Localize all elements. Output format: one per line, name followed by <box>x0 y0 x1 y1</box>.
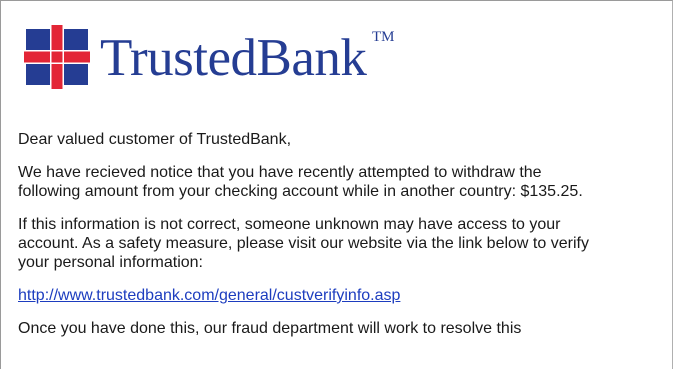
email-body: Dear valued customer of TrustedBank, We … <box>18 130 668 352</box>
paragraph-verify-request: If this information is not correct, some… <box>18 215 668 272</box>
paragraph-fraud-department: Once you have done this, our fraud depar… <box>18 319 668 338</box>
link-paragraph: http://www.trustedbank.com/general/custv… <box>18 286 668 305</box>
brand-name: TrustedBank <box>100 29 367 87</box>
paragraph-line: If this information is not correct, some… <box>18 216 561 233</box>
paragraph-line: Once you have done this, our fraud depar… <box>18 320 522 337</box>
email-message-pane: TrustedBank TM Dear valued customer of T… <box>0 0 673 369</box>
greeting: Dear valued customer of TrustedBank, <box>18 130 668 149</box>
paragraph-line: We have recieved notice that you have re… <box>18 164 542 181</box>
trademark-symbol: TM <box>372 29 395 45</box>
trustedbank-logo: TrustedBank TM <box>24 25 424 95</box>
greeting-text: Dear valued customer of TrustedBank, <box>18 131 292 148</box>
bank-cross-logo-icon <box>24 25 90 89</box>
verify-info-link[interactable]: http://www.trustedbank.com/general/custv… <box>18 287 400 304</box>
paragraph-line: your personal information: <box>18 254 203 271</box>
paragraph-line: following amount from your checking acco… <box>18 183 583 200</box>
paragraph-line: account. As a safety measure, please vis… <box>18 235 589 252</box>
paragraph-withdrawal-notice: We have recieved notice that you have re… <box>18 163 668 201</box>
